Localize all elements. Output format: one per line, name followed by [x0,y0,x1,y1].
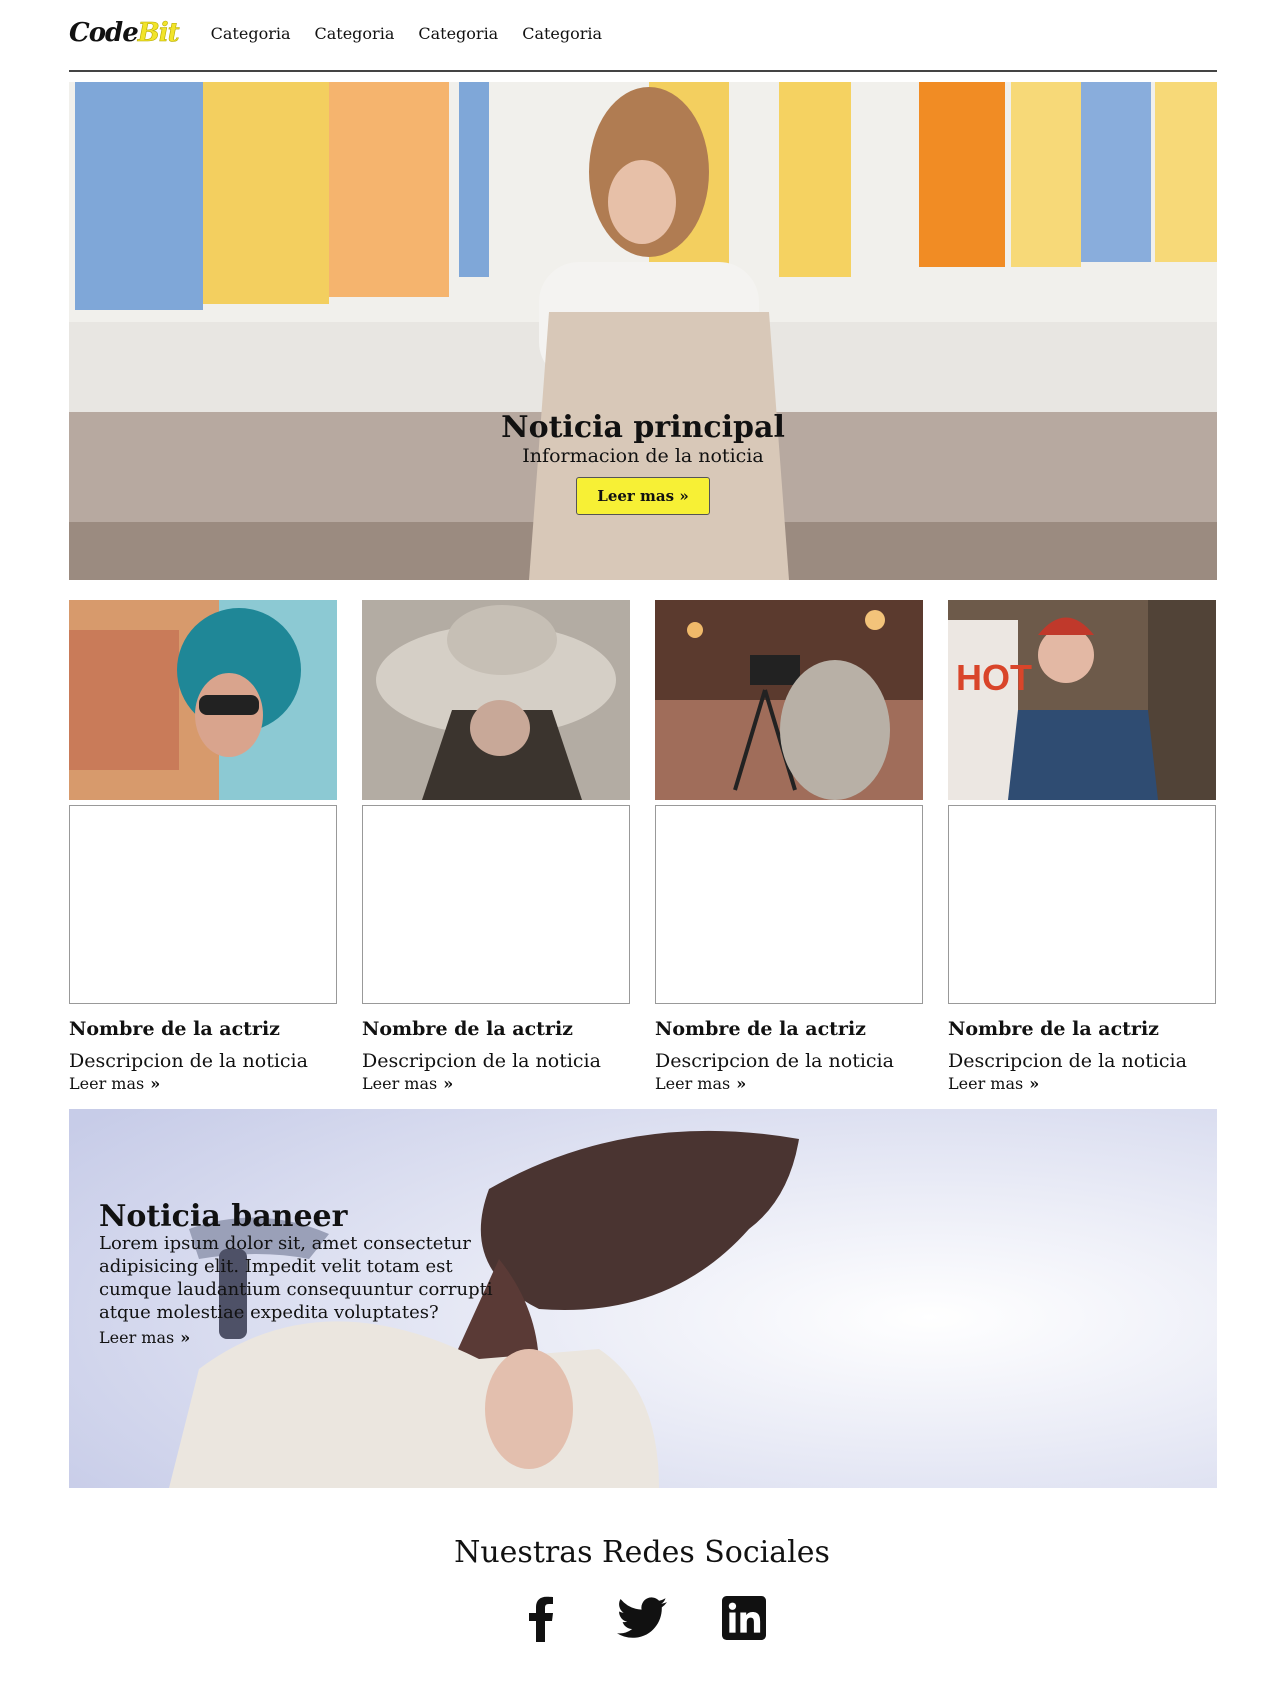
codebit-logo[interactable]: Code Bit [69,18,180,49]
card-read-more-link[interactable]: Leer mas » [948,1074,1216,1093]
nav-item-categoria-4[interactable]: Categoria [522,24,602,43]
double-chevron-right-icon: » [736,1074,747,1093]
hero-title: Noticia principal [501,410,785,445]
double-chevron-right-icon: » [180,1328,191,1347]
svg-text:HOT: HOT [956,657,1032,698]
card-title: Nombre de la actriz [362,1018,573,1040]
card-description: Descripcion de la noticia [655,1050,894,1072]
card-description: Descripcion de la noticia [362,1050,601,1072]
twitter-icon[interactable] [616,1592,668,1644]
main-nav: Categoria Categoria Categoria Categoria [211,24,602,43]
card-read-more-link[interactable]: Leer mas » [362,1074,630,1093]
card-image[interactable]: HOT [948,600,1216,800]
double-chevron-right-icon: » [1029,1074,1040,1093]
hero-content: Noticia principal Informacion de la noti… [69,410,1217,515]
card-content-box [362,805,630,1004]
nav-item-categoria-2[interactable]: Categoria [315,24,395,43]
linkedin-icon[interactable] [718,1592,770,1644]
card-description: Descripcion de la noticia [948,1050,1187,1072]
card-read-more-link[interactable]: Leer mas » [69,1074,337,1093]
card-image[interactable] [655,600,923,800]
banner-section: Noticia baneer Lorem ipsum dolor sit, am… [69,1109,1217,1488]
social-section: Nuestras Redes Sociales [0,1535,1284,1644]
banner-read-more-link[interactable]: Leer mas » [99,1328,499,1347]
hero-read-more-button[interactable]: Leer mas » [576,477,710,515]
card-description: Descripcion de la noticia [69,1050,308,1072]
card-image[interactable] [69,600,337,800]
banner-body: Lorem ipsum dolor sit, amet consectetur … [99,1233,493,1323]
nav-item-categoria-1[interactable]: Categoria [211,24,291,43]
card-title: Nombre de la actriz [655,1018,866,1040]
hero-section: Noticia principal Informacion de la noti… [69,82,1217,580]
news-card: Nombre de la actriz Descripcion de la no… [362,600,630,1093]
card-image[interactable] [362,600,630,800]
card-title: Nombre de la actriz [948,1018,1159,1040]
news-card: Nombre de la actriz Descripcion de la no… [655,600,923,1093]
card-content-box [655,805,923,1004]
site-header: Code Bit Categoria Categoria Categoria Ca… [69,0,1217,72]
card-content-box [69,805,337,1004]
double-chevron-right-icon: » [443,1074,454,1093]
double-chevron-right-icon: » [150,1074,161,1093]
news-card: HOT Nombre de la actriz Descripcion de l… [948,600,1216,1093]
social-title: Nuestras Redes Sociales [454,1535,830,1570]
facebook-icon[interactable] [514,1592,566,1644]
hero-subtitle: Informacion de la noticia [522,445,764,467]
banner-content: Noticia baneer Lorem ipsum dolor sit, am… [99,1199,499,1347]
card-read-more-link[interactable]: Leer mas » [655,1074,923,1093]
nav-item-categoria-3[interactable]: Categoria [418,24,498,43]
card-content-box [948,805,1216,1004]
banner-title: Noticia baneer [99,1199,348,1234]
news-cards: Nombre de la actriz Descripcion de la no… [69,600,1217,1093]
card-title: Nombre de la actriz [69,1018,280,1040]
news-card: Nombre de la actriz Descripcion de la no… [69,600,337,1093]
double-chevron-right-icon: » [679,487,689,505]
social-icons [0,1592,1284,1644]
